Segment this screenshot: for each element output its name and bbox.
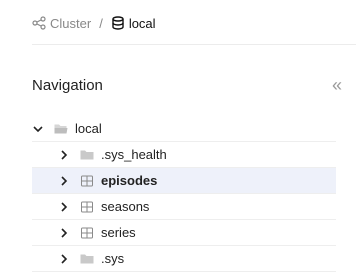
chevron-right-icon[interactable] <box>58 201 70 213</box>
breadcrumb-current: local <box>111 16 156 31</box>
table-icon <box>80 201 94 213</box>
chevron-right-icon[interactable] <box>58 253 70 265</box>
tree-item-seasons[interactable]: seasons <box>32 194 336 220</box>
breadcrumb-cluster[interactable]: Cluster <box>32 16 91 31</box>
navigation-header: Navigation « <box>32 74 342 96</box>
breadcrumb-separator: / <box>99 15 103 31</box>
breadcrumb-current-label: local <box>128 15 156 31</box>
tree-item-episodes[interactable]: episodes <box>32 168 336 194</box>
chevron-right-icon[interactable] <box>58 175 70 187</box>
breadcrumb: Cluster / local <box>32 13 156 33</box>
chevron-right-icon[interactable] <box>58 227 70 239</box>
tree-item-sys-health[interactable]: .sys_health <box>32 142 336 168</box>
database-icon <box>111 16 125 30</box>
table-icon <box>80 175 94 187</box>
table-icon <box>80 227 94 239</box>
breadcrumb-cluster-label: Cluster <box>50 15 92 31</box>
folder-icon <box>80 253 94 265</box>
tree-item-label: .sys <box>101 251 125 266</box>
tree-item-label: episodes <box>101 173 158 188</box>
chevron-down-icon[interactable] <box>32 123 44 135</box>
chevron-right-icon[interactable] <box>58 149 70 161</box>
navigation-tree: local .sys_health episodes seasons serie… <box>32 116 336 272</box>
tree-item-local[interactable]: local <box>32 116 336 142</box>
tree-item-label: .sys_health <box>101 147 167 162</box>
tree-item-sys[interactable]: .sys <box>32 246 336 272</box>
folder-icon <box>80 149 94 161</box>
share-nodes-icon <box>32 16 46 30</box>
tree-item-label: series <box>101 225 136 240</box>
tree-item-label: local <box>75 121 102 136</box>
double-chevron-left-icon[interactable]: « <box>332 76 342 94</box>
navigation-title: Navigation <box>32 76 103 94</box>
tree-item-series[interactable]: series <box>32 220 336 246</box>
header-divider <box>32 44 356 45</box>
folder-open-icon <box>54 123 68 135</box>
tree-item-label: seasons <box>101 199 150 214</box>
